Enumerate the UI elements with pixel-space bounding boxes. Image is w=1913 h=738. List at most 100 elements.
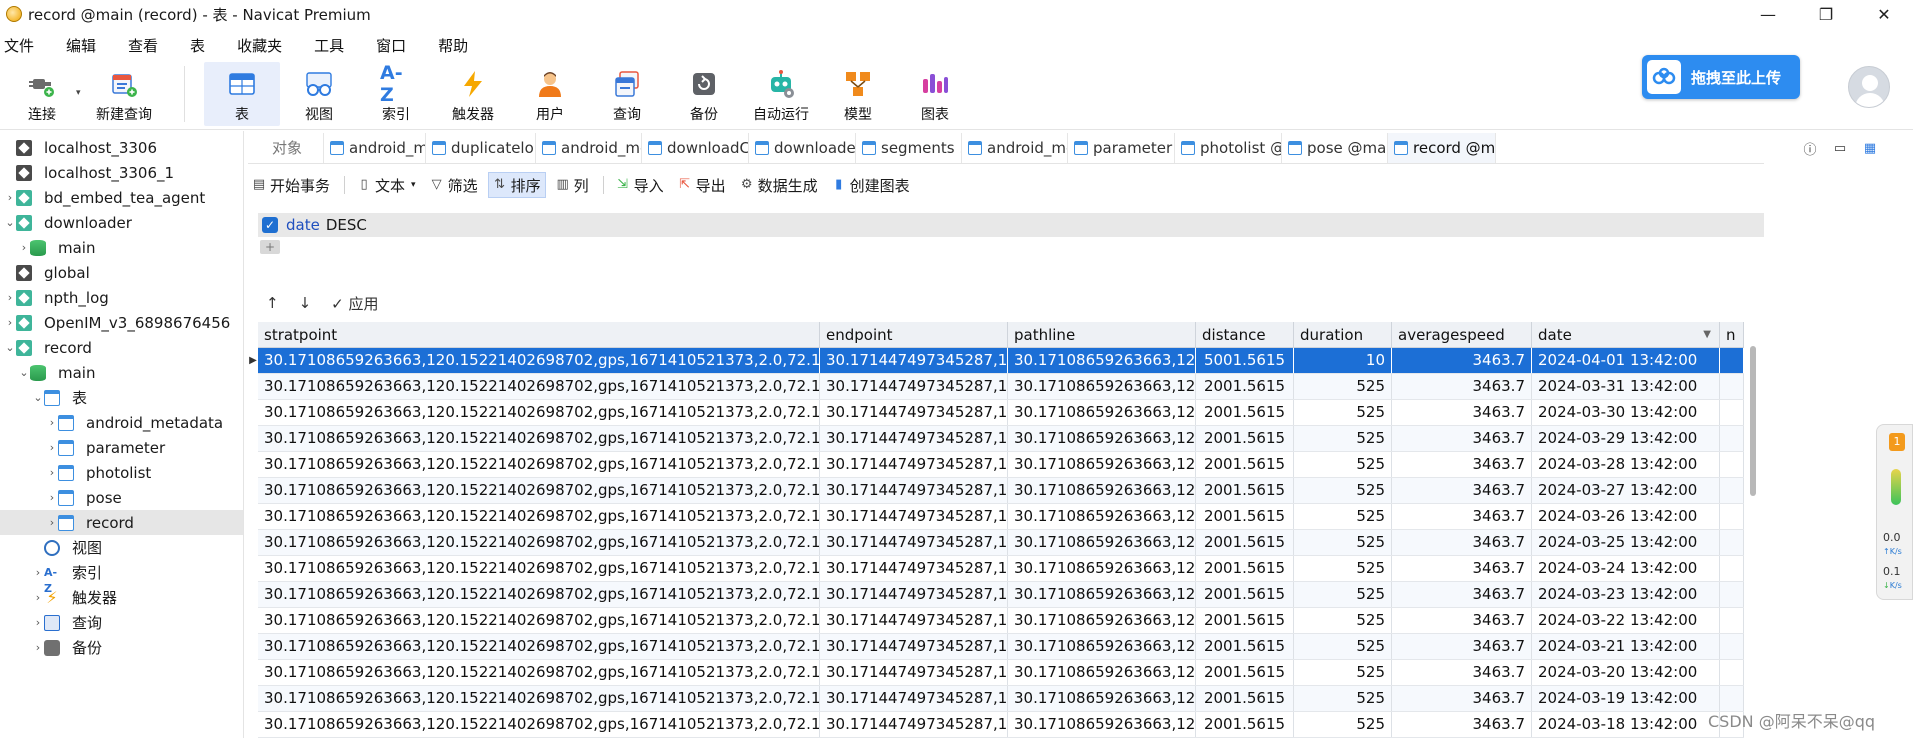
cell-endpoint[interactable]: 30.171447497345287,12 (820, 426, 1008, 451)
cell-distance[interactable]: 2001.5615 (1196, 426, 1294, 451)
cell-distance[interactable]: 2001.5615 (1196, 712, 1294, 737)
cell-endpoint[interactable]: 30.171447497345287,12 (820, 660, 1008, 685)
cell-n[interactable] (1720, 582, 1744, 607)
column-header-distance[interactable]: distance (1196, 322, 1294, 348)
cell-duration[interactable]: 525 (1294, 374, 1392, 399)
cell-averagespeed[interactable]: 3463.7 (1392, 660, 1532, 685)
cell-pathline[interactable]: 30.17108659263663,120 (1008, 634, 1196, 659)
chevron-right-icon[interactable]: › (46, 441, 58, 454)
cell-stratpoint[interactable]: 30.17108659263663,120.15221402698702,gps… (258, 452, 820, 477)
tab-objects[interactable]: 对象 (248, 132, 324, 163)
cell-endpoint[interactable]: 30.171447497345287,12 (820, 556, 1008, 581)
cell-pathline[interactable]: 30.17108659263663,120 (1008, 374, 1196, 399)
cell-n[interactable] (1720, 530, 1744, 555)
cell-date[interactable]: 2024-03-29 13:42:00 (1532, 426, 1720, 451)
table-row[interactable]: 30.17108659263663,120.15221402698702,gps… (258, 426, 1744, 452)
cell-averagespeed[interactable]: 3463.7 (1392, 374, 1532, 399)
cell-averagespeed[interactable]: 3463.7 (1392, 348, 1532, 373)
cell-duration[interactable]: 525 (1294, 634, 1392, 659)
user-avatar[interactable] (1848, 66, 1890, 108)
chevron-right-icon[interactable]: › (4, 191, 16, 204)
tab-table[interactable]: parameter ... (1068, 132, 1175, 163)
tree-item[interactable]: › 查询 (0, 610, 243, 635)
text-view-button[interactable]: ▯ 文本 ▾ (353, 172, 420, 198)
generate-data-button[interactable]: ⚙ 数据生成 (736, 172, 822, 198)
table-row[interactable]: 30.17108659263663,120.15221402698702,gps… (258, 556, 1744, 582)
chevron-right-icon[interactable]: › (46, 466, 58, 479)
cell-date[interactable]: 2024-03-26 13:42:00 (1532, 504, 1720, 529)
cell-n[interactable] (1720, 504, 1744, 529)
cell-distance[interactable]: 2001.5615 (1196, 608, 1294, 633)
cell-duration[interactable]: 525 (1294, 400, 1392, 425)
column-header-n[interactable]: n (1720, 322, 1744, 348)
cell-averagespeed[interactable]: 3463.7 (1392, 530, 1532, 555)
automation-button[interactable]: 自动运行 (743, 62, 819, 126)
table-row[interactable]: 30.17108659263663,120.15221402698702,gps… (258, 478, 1744, 504)
close-button[interactable]: ✕ (1855, 0, 1913, 28)
chevron-right-icon[interactable]: › (46, 491, 58, 504)
tab-table[interactable]: downloader... (749, 132, 856, 163)
table-row[interactable]: 30.17108659263663,120.15221402698702,gps… (258, 374, 1744, 400)
cell-distance[interactable]: 2001.5615 (1196, 530, 1294, 555)
table-row[interactable]: 30.17108659263663,120.15221402698702,gps… (258, 686, 1744, 712)
cell-pathline[interactable]: 30.17108659263663,120 (1008, 712, 1196, 737)
tree-item[interactable]: › main (0, 235, 243, 260)
cell-distance[interactable]: 2001.5615 (1196, 504, 1294, 529)
import-button[interactable]: ⇲ 导入 (612, 172, 668, 198)
cell-endpoint[interactable]: 30.171447497345287,12 (820, 452, 1008, 477)
tab-table[interactable]: android_me... (962, 132, 1068, 163)
connect-button[interactable]: 连接 (4, 62, 80, 126)
chevron-right-icon[interactable]: › (18, 241, 30, 254)
cell-stratpoint[interactable]: 30.17108659263663,120.15221402698702,gps… (258, 504, 820, 529)
tab-table[interactable]: downloadC... (642, 132, 749, 163)
network-speed-widget[interactable]: 1 0.0 ↑K/s 0.1 ↓K/s (1876, 424, 1913, 600)
chevron-down-icon[interactable]: ⌄ (4, 216, 16, 229)
new-query-button[interactable]: 新建查询 (86, 62, 162, 126)
minimize-button[interactable]: — (1739, 0, 1797, 28)
chevron-down-icon[interactable]: ⌄ (18, 366, 30, 379)
tab-table[interactable]: pose @mai... (1282, 132, 1388, 163)
table-button[interactable]: 表 (204, 62, 280, 126)
cell-averagespeed[interactable]: 3463.7 (1392, 426, 1532, 451)
cell-distance[interactable]: 2001.5615 (1196, 686, 1294, 711)
menu-help[interactable]: 帮助 (438, 35, 468, 56)
cell-endpoint[interactable]: 30.171447497345287,12 (820, 400, 1008, 425)
table-row[interactable]: 30.17108659263663,120.15221402698702,gps… (258, 530, 1744, 556)
menu-view[interactable]: 查看 (128, 35, 158, 56)
cell-duration[interactable]: 525 (1294, 712, 1392, 737)
cell-pathline[interactable]: 30.17108659263663,120 (1008, 426, 1196, 451)
cell-endpoint[interactable]: 30.171447497345287,12 (820, 530, 1008, 555)
user-button[interactable]: 用户 (512, 62, 588, 126)
cell-stratpoint[interactable]: 30.17108659263663,120.15221402698702,gps… (258, 374, 820, 399)
cell-stratpoint[interactable]: 30.17108659263663,120.15221402698702,gps… (258, 712, 820, 737)
cell-date[interactable]: 2024-03-21 13:42:00 (1532, 634, 1720, 659)
tree-item[interactable]: localhost_3306 (0, 135, 243, 160)
info-icon[interactable]: ⓘ (1800, 138, 1820, 158)
cell-averagespeed[interactable]: 3463.7 (1392, 634, 1532, 659)
cell-averagespeed[interactable]: 3463.7 (1392, 686, 1532, 711)
table-row[interactable]: 30.17108659263663,120.15221402698702,gps… (258, 634, 1744, 660)
table-row[interactable]: 30.17108659263663,120.15221402698702,gps… (258, 348, 1744, 374)
filter-button[interactable]: ▽ 筛选 (426, 172, 482, 198)
sort-rule-row[interactable]: ✓ date DESC (258, 213, 1764, 237)
table-row[interactable]: 30.17108659263663,120.15221402698702,gps… (258, 660, 1744, 686)
cell-date[interactable]: 2024-03-25 13:42:00 (1532, 530, 1720, 555)
chevron-right-icon[interactable]: › (32, 641, 44, 654)
cell-distance[interactable]: 2001.5615 (1196, 452, 1294, 477)
tree-item[interactable]: global (0, 260, 243, 285)
cell-duration[interactable]: 525 (1294, 556, 1392, 581)
cell-date[interactable]: 2024-04-01 13:42:00 (1532, 348, 1720, 373)
cell-averagespeed[interactable]: 3463.7 (1392, 712, 1532, 737)
trigger-button[interactable]: 触发器 (435, 62, 511, 126)
tab-table[interactable]: segments ... (856, 132, 962, 163)
cell-stratpoint[interactable]: 30.17108659263663,120.15221402698702,gps… (258, 478, 820, 503)
table-row[interactable]: 30.17108659263663,120.15221402698702,gps… (258, 400, 1744, 426)
cell-pathline[interactable]: 30.17108659263663,120 (1008, 400, 1196, 425)
sort-rule-checkbox[interactable]: ✓ (262, 217, 278, 233)
cell-date[interactable]: 2024-03-23 13:42:00 (1532, 582, 1720, 607)
move-down-button[interactable]: ↓ (299, 294, 312, 312)
cell-pathline[interactable]: 30.17108659263663,120 (1008, 686, 1196, 711)
cell-n[interactable] (1720, 452, 1744, 477)
cell-date[interactable]: 2024-03-20 13:42:00 (1532, 660, 1720, 685)
cell-duration[interactable]: 525 (1294, 530, 1392, 555)
